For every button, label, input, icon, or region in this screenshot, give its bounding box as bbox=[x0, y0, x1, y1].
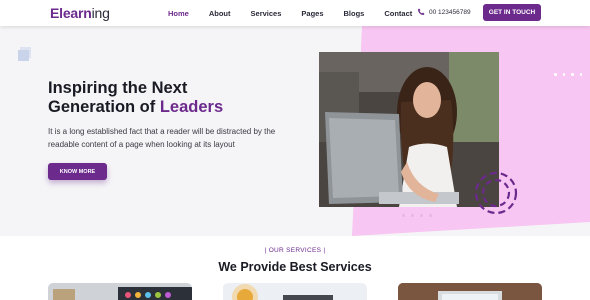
services-label: | OUR SERVICES | bbox=[264, 247, 326, 254]
hero-title-line1: Inspiring the Next bbox=[48, 79, 188, 97]
site-logo[interactable]: Elearning bbox=[50, 5, 110, 21]
phone-icon bbox=[418, 8, 425, 15]
nav-about[interactable]: About bbox=[209, 9, 231, 18]
decor-dots-bottom bbox=[402, 214, 438, 217]
logo-main: Elearn bbox=[50, 5, 92, 21]
service-card-2[interactable] bbox=[223, 283, 367, 300]
logo-rest: ing bbox=[91, 5, 110, 21]
get-in-touch-button[interactable]: GET IN TOUCH bbox=[483, 4, 541, 21]
decor-dots-top bbox=[554, 73, 588, 76]
hero-title: Inspiring the Next Generation of Leaders bbox=[48, 79, 298, 117]
hero-title-line2: Generation of bbox=[48, 98, 160, 116]
document-icon bbox=[18, 47, 31, 61]
dashed-circle-decor bbox=[474, 171, 518, 215]
phone-number: 00 123456789 bbox=[429, 8, 471, 16]
nav-contact[interactable]: Contact bbox=[384, 9, 412, 18]
service-card-3[interactable] bbox=[398, 283, 542, 300]
know-more-button[interactable]: KNOW MORE bbox=[48, 163, 107, 180]
service-card-1[interactable] bbox=[48, 283, 192, 300]
nav-pages[interactable]: Pages bbox=[301, 9, 323, 18]
nav-services[interactable]: Services bbox=[251, 9, 282, 18]
nav-home[interactable]: Home bbox=[168, 9, 189, 18]
hero-title-accent: Leaders bbox=[159, 98, 224, 116]
services-title: We Provide Best Services bbox=[218, 260, 372, 274]
hero-photo bbox=[319, 52, 499, 207]
nav-blogs[interactable]: Blogs bbox=[344, 9, 365, 18]
main-nav: Home About Services Pages Blogs Contact bbox=[168, 0, 432, 26]
site-header: Elearning Home About Services Pages Blog… bbox=[0, 0, 590, 26]
hero-description: It is a long established fact that a rea… bbox=[48, 127, 276, 149]
header-phone[interactable]: 00 123456789 bbox=[417, 8, 471, 16]
